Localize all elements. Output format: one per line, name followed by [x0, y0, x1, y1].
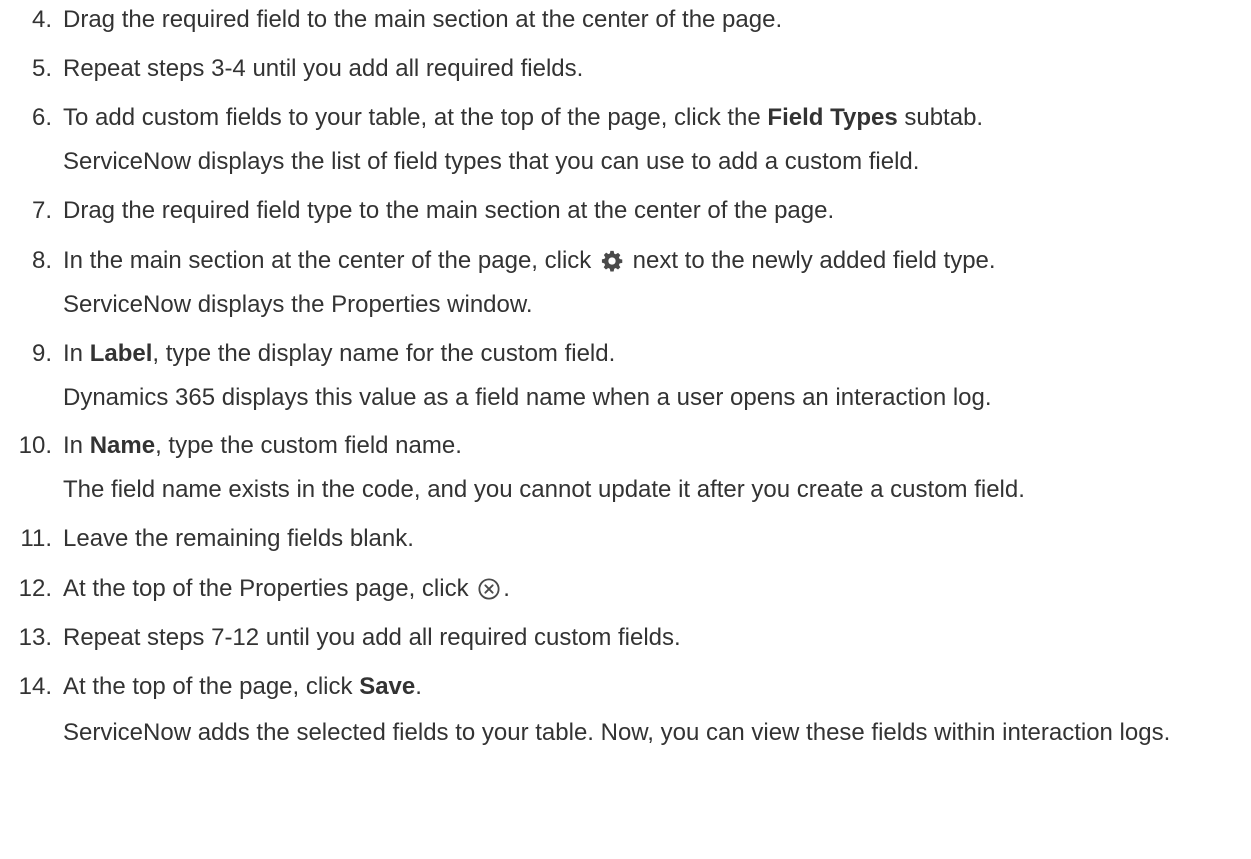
step-text-pre: At the top of the Properties page, click [63, 575, 476, 602]
step-number: 14. [18, 673, 52, 700]
step-number: 10. [18, 432, 52, 459]
close-circle-icon [478, 578, 500, 607]
step-text-pre: At the top of the page, click [63, 673, 360, 700]
step-text-post: , type the custom field name. [155, 432, 462, 459]
step-text-pre: To add custom fields to your table, at t… [63, 104, 768, 131]
procedure-steps: 4. Drag the required field to the main s… [0, 0, 1251, 859]
step-result-note: Dynamics 365 displays this value as a fi… [63, 384, 992, 411]
step-text-pre: In [63, 340, 90, 367]
step-number: 11. [20, 525, 52, 552]
ui-term-label: Label [89, 340, 153, 367]
step-number: 5. [31, 55, 52, 82]
ui-term-field-types: Field Types [767, 104, 898, 131]
step-text-pre: In [63, 432, 90, 459]
step-number: 12. [18, 575, 52, 602]
step-text-post: . [415, 673, 422, 700]
step-result-note: The field name exists in the code, and y… [63, 476, 1025, 503]
gear-icon [601, 250, 623, 279]
step-text-post: next to the newly added field type. [625, 247, 996, 274]
step-number: 9. [31, 340, 52, 367]
step-text: Drag the required field type to the main… [63, 197, 835, 224]
step-text: Drag the required field to the main sect… [63, 6, 783, 33]
ui-term-name: Name [89, 432, 156, 459]
ui-term-save: Save [359, 673, 416, 700]
step-text-post: , type the display name for the custom f… [152, 340, 616, 367]
step-text-post: . [503, 575, 510, 602]
step-text-post: subtab. [897, 104, 984, 131]
step-text: Leave the remaining fields blank. [63, 525, 414, 552]
step-text: Repeat steps 7-12 until you add all requ… [63, 624, 681, 651]
step-text: In the main section at the center of the… [63, 246, 996, 279]
step-text: To add custom fields to your table, at t… [63, 103, 983, 132]
step-number: 6. [31, 104, 52, 131]
step-text: At the top of the page, click Save. [63, 672, 422, 701]
step-text: In Label, type the display name for the … [63, 339, 615, 368]
step-result-note: ServiceNow displays the list of field ty… [63, 148, 920, 175]
step-number: 8. [31, 247, 52, 274]
step-text-pre: In the main section at the center of the… [63, 247, 598, 274]
step-number: 7. [31, 197, 52, 224]
step-result-note: ServiceNow adds the selected fields to y… [63, 719, 1171, 746]
step-result-note: ServiceNow displays the Properties windo… [63, 291, 533, 318]
step-text: Repeat steps 3-4 until you add all requi… [63, 55, 584, 82]
step-number: 4. [31, 6, 52, 33]
step-text: In Name, type the custom field name. [63, 431, 462, 460]
step-number: 13. [18, 624, 52, 651]
step-text: At the top of the Properties page, click… [63, 574, 510, 607]
